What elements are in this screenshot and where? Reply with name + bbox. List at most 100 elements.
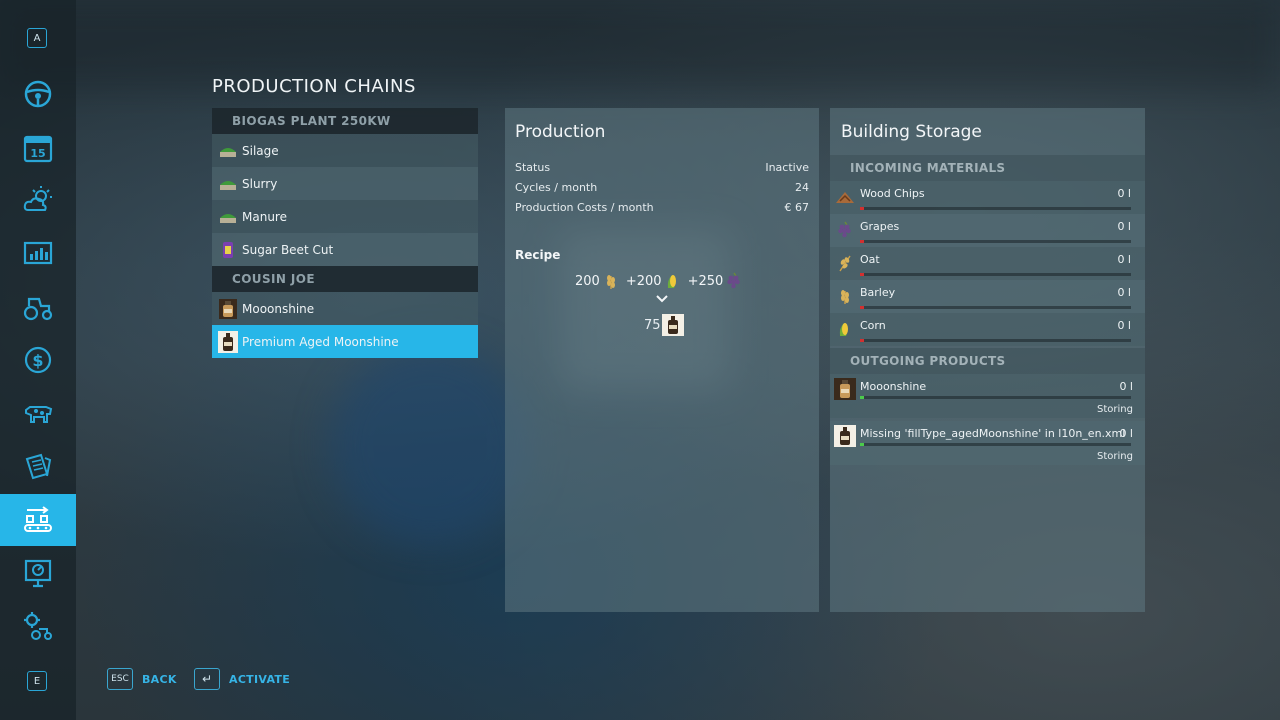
chain-item-sugar-beet-cut[interactable]: Sugar Beet Cut bbox=[212, 233, 478, 266]
back-label: BACK bbox=[142, 672, 177, 686]
chain-item-slurry[interactable]: Slurry bbox=[212, 167, 478, 200]
finance-icon[interactable]: $ bbox=[18, 340, 58, 380]
recipe-plus: + bbox=[625, 273, 637, 289]
page-title: PRODUCTION CHAINS bbox=[212, 76, 416, 97]
cycles-row: Cycles / month 24 bbox=[515, 181, 809, 194]
storage-fill-level bbox=[860, 240, 864, 243]
animals-icon[interactable] bbox=[18, 393, 58, 433]
recipe-input-amount: 250 bbox=[698, 273, 724, 289]
recipe-input-amount: 200 bbox=[636, 273, 662, 289]
recipe-output: 75 bbox=[644, 314, 684, 336]
storage-item-value: 0 l bbox=[1119, 427, 1133, 440]
storage-fill-bar bbox=[860, 306, 1131, 309]
status-value: Inactive bbox=[765, 161, 809, 174]
storage-title: Building Storage bbox=[841, 122, 982, 142]
contracts-icon[interactable] bbox=[18, 447, 58, 487]
production-title: Production bbox=[515, 122, 606, 142]
incoming-header: INCOMING MATERIALS bbox=[830, 155, 1145, 181]
chain-group-header: COUSIN JOE bbox=[212, 266, 478, 292]
chain-item-label: Silage bbox=[242, 143, 279, 158]
storage-fill-level bbox=[860, 396, 864, 399]
calendar-icon[interactable]: 15 bbox=[18, 128, 58, 168]
chain-item-label: Manure bbox=[242, 209, 287, 224]
silage-icon bbox=[218, 141, 238, 161]
svg-text:$: $ bbox=[32, 351, 43, 370]
chain-group-header: BIOGAS PLANT 250KW bbox=[212, 108, 478, 134]
storage-row-oat: Oat 0 l bbox=[830, 247, 1145, 280]
background-blur bbox=[330, 345, 530, 545]
slurry-icon bbox=[218, 174, 238, 194]
settings-icon[interactable] bbox=[18, 606, 58, 646]
recipe-input-amount: 200 bbox=[575, 273, 600, 289]
recipe-output-amount: 75 bbox=[644, 317, 661, 333]
back-button[interactable]: ESC BACK bbox=[107, 668, 177, 690]
status-row: Status Inactive bbox=[515, 161, 809, 174]
storage-item-status: Storing bbox=[1097, 451, 1133, 462]
storage-fill-bar bbox=[860, 396, 1131, 399]
background-top bbox=[0, 0, 1280, 90]
chain-item-mooonshine[interactable]: Mooonshine bbox=[212, 292, 478, 325]
prev-page-key[interactable]: A bbox=[27, 28, 47, 48]
storage-fill-level bbox=[860, 273, 864, 276]
costs-value: € 67 bbox=[784, 201, 810, 214]
storage-fill-level bbox=[860, 443, 864, 446]
storage-item-value: 0 l bbox=[1119, 380, 1133, 393]
storage-item-name: Oat bbox=[860, 253, 880, 266]
weather-icon[interactable] bbox=[18, 180, 58, 220]
chain-item-premium-aged-moonshine[interactable]: Premium Aged Moonshine bbox=[212, 325, 478, 358]
help-icon[interactable] bbox=[18, 553, 58, 593]
storage-fill-bar bbox=[860, 443, 1131, 446]
activate-label: ACTIVATE bbox=[229, 672, 291, 686]
storage-item-value: 0 l bbox=[1117, 286, 1131, 299]
statistics-icon[interactable] bbox=[18, 234, 58, 274]
corn-icon bbox=[835, 319, 855, 339]
storage-row-aged-moonshine: Missing 'fillType_agedMoonshine' in l10n… bbox=[830, 421, 1145, 465]
cycles-label: Cycles / month bbox=[515, 181, 598, 194]
chevron-down-icon bbox=[656, 295, 668, 303]
steering-wheel-icon[interactable] bbox=[18, 74, 58, 114]
next-page-key[interactable]: E bbox=[27, 671, 47, 691]
chain-item-manure[interactable]: Manure bbox=[212, 200, 478, 233]
calendar-day: 15 bbox=[30, 147, 45, 160]
storage-fill-level bbox=[860, 306, 864, 309]
enter-key-icon: ↵ bbox=[194, 668, 220, 690]
sidebar: A 15 $ E bbox=[0, 0, 76, 720]
storage-item-name: Grapes bbox=[860, 220, 900, 233]
cycles-value: 24 bbox=[795, 181, 809, 194]
storage-item-value: 0 l bbox=[1117, 220, 1131, 233]
storage-row-corn: Corn 0 l bbox=[830, 313, 1145, 346]
status-label: Status bbox=[515, 161, 551, 174]
storage-fill-level bbox=[860, 207, 864, 210]
storage-item-name: Corn bbox=[860, 319, 886, 332]
storage-row-grapes: Grapes 0 l bbox=[830, 214, 1145, 247]
wood-chips-icon bbox=[835, 187, 855, 207]
tractor-icon[interactable] bbox=[18, 287, 58, 327]
esc-key: ESC bbox=[107, 668, 133, 690]
chain-item-silage[interactable]: Silage bbox=[212, 134, 478, 167]
storage-fill-bar bbox=[860, 339, 1131, 342]
chain-item-label: Premium Aged Moonshine bbox=[242, 334, 399, 349]
storage-item-status: Storing bbox=[1097, 404, 1133, 415]
storage-fill-bar bbox=[860, 273, 1131, 276]
production-panel: Production Status Inactive Cycles / mont… bbox=[505, 108, 819, 612]
sugar-beet-icon bbox=[218, 240, 238, 260]
barley-icon bbox=[835, 286, 855, 306]
recipe-inputs: 200 + 200 + 250 bbox=[575, 271, 745, 291]
chain-item-label: Sugar Beet Cut bbox=[242, 242, 334, 257]
storage-fill-bar bbox=[860, 207, 1131, 210]
outgoing-header: OUTGOING PRODUCTS bbox=[830, 348, 1145, 374]
recipe-plus: + bbox=[687, 273, 699, 289]
manure-icon bbox=[218, 207, 238, 227]
storage-fill-level bbox=[860, 339, 864, 342]
storage-row-barley: Barley 0 l bbox=[830, 280, 1145, 313]
grapes-icon bbox=[835, 220, 855, 240]
storage-item-name: Missing 'fillType_agedMoonshine' in l10n… bbox=[860, 427, 1126, 440]
production-icon[interactable] bbox=[18, 500, 58, 540]
chain-item-label: Slurry bbox=[242, 176, 278, 191]
aged-moonshine-icon bbox=[218, 330, 238, 353]
aged-moonshine-icon bbox=[834, 425, 856, 447]
moonshine-bottle-icon bbox=[218, 298, 238, 319]
corn-icon bbox=[664, 271, 682, 291]
storage-item-name: Mooonshine bbox=[860, 380, 927, 393]
activate-button[interactable]: ↵ ACTIVATE bbox=[194, 668, 290, 690]
